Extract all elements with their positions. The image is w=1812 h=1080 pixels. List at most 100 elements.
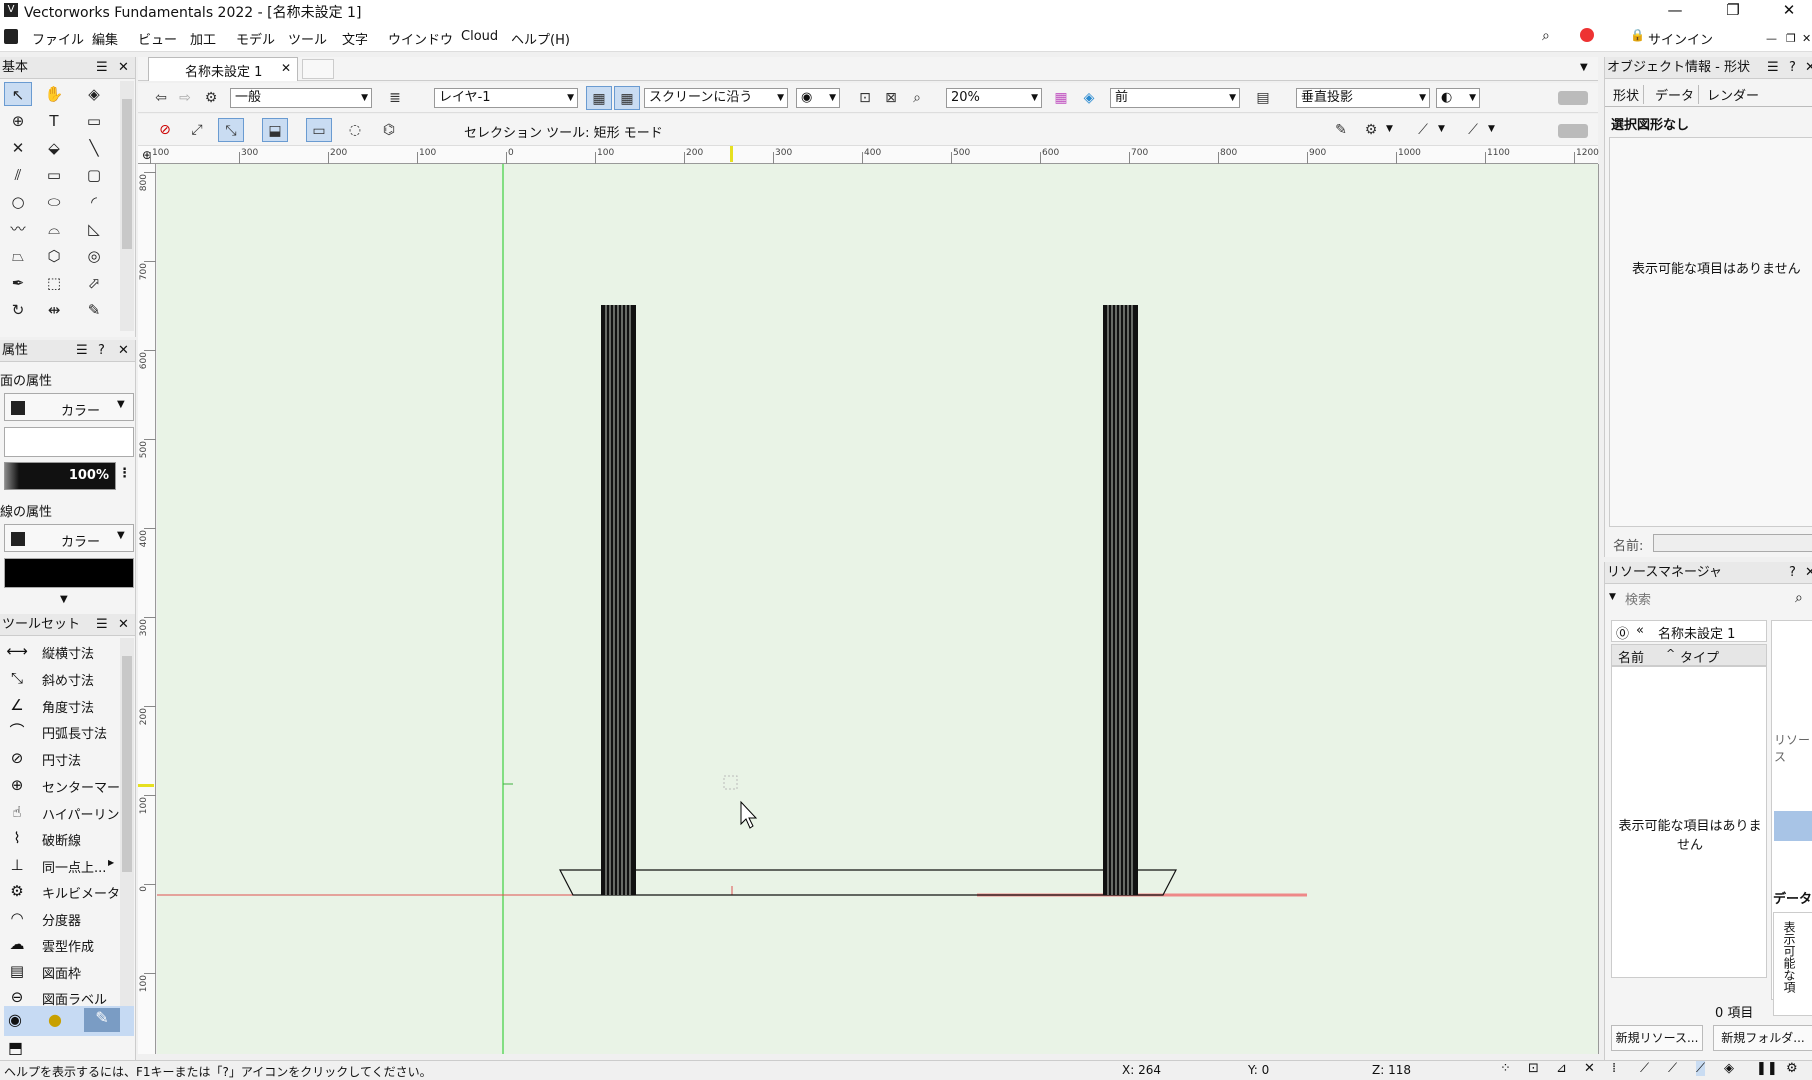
- layers-icon[interactable]: ≣: [382, 86, 408, 110]
- visualization-tab-icon[interactable]: ◉: [8, 1010, 22, 1029]
- rectangle-tool-icon[interactable]: ▭: [40, 163, 68, 187]
- resource-search-input[interactable]: [1619, 588, 1812, 612]
- zoom-tool-icon[interactable]: ⊕: [4, 109, 32, 133]
- arc-tool-icon[interactable]: ◜: [80, 190, 108, 214]
- snap-distance-icon[interactable]: ⁞: [1612, 1061, 1616, 1076]
- polygon-tool-icon[interactable]: ◺: [80, 217, 108, 241]
- doc-restore-button[interactable]: ❐: [1786, 32, 1796, 45]
- resource-list[interactable]: 表示可能な項目はありません: [1611, 666, 1767, 978]
- single-object-scaling-icon[interactable]: ⤢: [184, 118, 210, 142]
- menu-cloud[interactable]: Cloud: [461, 29, 498, 44]
- class-icon[interactable]: ⚙: [198, 86, 224, 110]
- light-tab-icon[interactable]: ●: [48, 1010, 62, 1029]
- sort-asc-icon[interactable]: ^: [1666, 647, 1675, 660]
- layer-select[interactable]: レイヤ-1 ▼: [434, 88, 578, 108]
- menu-file[interactable]: ファイル: [32, 29, 84, 48]
- menu-model[interactable]: モデル: [236, 29, 275, 48]
- double-line-tool-icon[interactable]: ⫽: [4, 163, 32, 187]
- pause-icon[interactable]: ❚❚: [1756, 1061, 1778, 1076]
- pan-tool-icon[interactable]: ✋: [40, 82, 68, 106]
- tab-close-icon[interactable]: ✕: [281, 61, 291, 75]
- menu-view[interactable]: ビュー: [138, 29, 177, 48]
- snap-tool-icon[interactable]: ✎: [1328, 118, 1354, 142]
- tool-radial-dimension[interactable]: ⊘ 円寸法: [4, 745, 122, 771]
- flyover-tool-icon[interactable]: ◈: [80, 82, 108, 106]
- attributes-close-icon[interactable]: ✕: [118, 340, 129, 362]
- building-tab-icon[interactable]: ⬒: [8, 1038, 23, 1057]
- new-resource-button[interactable]: 新規リソース...: [1611, 1025, 1703, 1051]
- collapse-icon[interactable]: «: [1636, 623, 1644, 638]
- eyedropper-tool-icon[interactable]: ✒: [4, 271, 32, 295]
- tool-hyperlink[interactable]: ☝ ハイパーリン...: [4, 799, 131, 825]
- regular-polygon-tool-icon[interactable]: ⬡: [40, 244, 68, 268]
- tool-same-point[interactable]: ⊥ 同一点上... ▶: [4, 852, 122, 878]
- toolset-scrollbar[interactable]: [120, 638, 134, 1014]
- back-icon[interactable]: ⇦: [148, 86, 174, 110]
- rectangle-mode-icon[interactable]: ▭: [306, 118, 332, 142]
- close-button[interactable]: ✕: [1766, 0, 1812, 22]
- chevron-down-icon[interactable]: ▼: [1438, 124, 1445, 134]
- name-field[interactable]: [1653, 534, 1812, 552]
- locus-tool-icon[interactable]: ✕: [4, 136, 32, 160]
- opacity-more-icon[interactable]: ⋮: [118, 466, 131, 481]
- settings-icon[interactable]: ⚙: [1786, 1061, 1798, 1076]
- menu-tools[interactable]: ツール: [288, 29, 327, 48]
- tool-protractor[interactable]: ◠ 分度器: [4, 905, 122, 931]
- snap-angle-icon[interactable]: ⊿: [1556, 1061, 1567, 1076]
- signin-link[interactable]: サインイン: [1648, 29, 1713, 48]
- obj-info-close-icon[interactable]: ✕: [1805, 57, 1812, 79]
- zoom-select[interactable]: 20% ▼: [946, 88, 1042, 108]
- tool-preferences-icon[interactable]: ⚙: [1358, 118, 1384, 142]
- menu-edit[interactable]: 編集: [92, 29, 118, 48]
- line-tool-icon[interactable]: ╲: [80, 136, 108, 160]
- drawing-canvas[interactable]: [157, 164, 1598, 1054]
- tool-break-line[interactable]: ⌇ 破断線: [4, 825, 122, 851]
- tab-shape[interactable]: 形状: [1609, 85, 1645, 104]
- column-name[interactable]: 名前: [1618, 647, 1644, 666]
- render-mode-icon[interactable]: ▦: [1048, 86, 1074, 110]
- search-icon[interactable]: ⌕: [1542, 28, 1550, 44]
- plane-select[interactable]: スクリーンに沿う ▼: [644, 88, 788, 108]
- menu-modify[interactable]: 加工: [190, 29, 216, 48]
- rotate-tool-icon[interactable]: ↻: [4, 298, 32, 322]
- line-type-select[interactable]: カラー ▼: [4, 524, 134, 552]
- snap-settings-icon[interactable]: ⟋: [1410, 118, 1436, 142]
- freehand-tool-icon[interactable]: 〰: [4, 217, 32, 241]
- polygon-mode-icon[interactable]: ⌬: [376, 118, 402, 142]
- expand-attributes-icon[interactable]: ▼: [60, 594, 68, 605]
- tool-center-mark[interactable]: ⊕ センターマー...: [4, 772, 133, 798]
- snap-grid-icon[interactable]: ⟋: [1460, 118, 1486, 142]
- tab-data[interactable]: データ: [1651, 85, 1700, 104]
- snap-tangent-icon[interactable]: ⟋: [1640, 1061, 1649, 1076]
- split-tool-icon[interactable]: ✎: [80, 298, 108, 322]
- disable-interactive-scaling-icon[interactable]: ⊘: [152, 118, 178, 142]
- search-dropdown-icon[interactable]: ▼: [1609, 592, 1616, 602]
- polyline-tool-icon[interactable]: ⌓: [40, 217, 68, 241]
- double-polygon-tool-icon[interactable]: ⏢: [4, 244, 32, 268]
- mode-bar-expand-icon[interactable]: [1558, 124, 1588, 138]
- toolset-close-icon[interactable]: ✕: [118, 614, 129, 636]
- visibility-select[interactable]: ◉ ▼: [796, 88, 840, 108]
- oval-tool-icon[interactable]: ⬭: [40, 190, 68, 214]
- line-color-swatch[interactable]: [4, 558, 134, 588]
- snap-point-icon[interactable]: ⟋: [1668, 1061, 1677, 1076]
- lasso-mode-icon[interactable]: ◌: [342, 118, 368, 142]
- projection-select[interactable]: 垂直投影 ▼: [1296, 88, 1430, 108]
- search-icon[interactable]: ⌕: [1795, 590, 1803, 606]
- toolset-menu-icon[interactable]: ☰: [96, 614, 108, 636]
- snap-edge-icon[interactable]: ⟋: [1696, 1061, 1706, 1076]
- snap-object-icon[interactable]: ⁘: [1500, 1061, 1511, 1076]
- callout-tool-icon[interactable]: ▭: [80, 109, 108, 133]
- obj-info-help-icon[interactable]: ?: [1789, 57, 1796, 79]
- zoom-icon[interactable]: ⌕: [904, 86, 930, 110]
- chevron-down-icon[interactable]: ▼: [1386, 124, 1393, 134]
- tool-arc-length-dimension[interactable]: ⌒ 円弧長寸法: [4, 718, 122, 744]
- dimension-tab-icon[interactable]: ✎: [84, 1008, 120, 1032]
- menu-text[interactable]: 文字: [342, 29, 368, 48]
- view-bar-expand-icon[interactable]: [1558, 91, 1588, 105]
- column-type[interactable]: タイプ: [1680, 647, 1719, 666]
- tool-dimension-constrained[interactable]: ⟷ 縦横寸法: [4, 638, 122, 664]
- selection-tool-icon[interactable]: ↖: [4, 82, 32, 106]
- set-plane-icon[interactable]: ▦: [614, 86, 640, 110]
- zoom-area-icon[interactable]: ⊠: [878, 86, 904, 110]
